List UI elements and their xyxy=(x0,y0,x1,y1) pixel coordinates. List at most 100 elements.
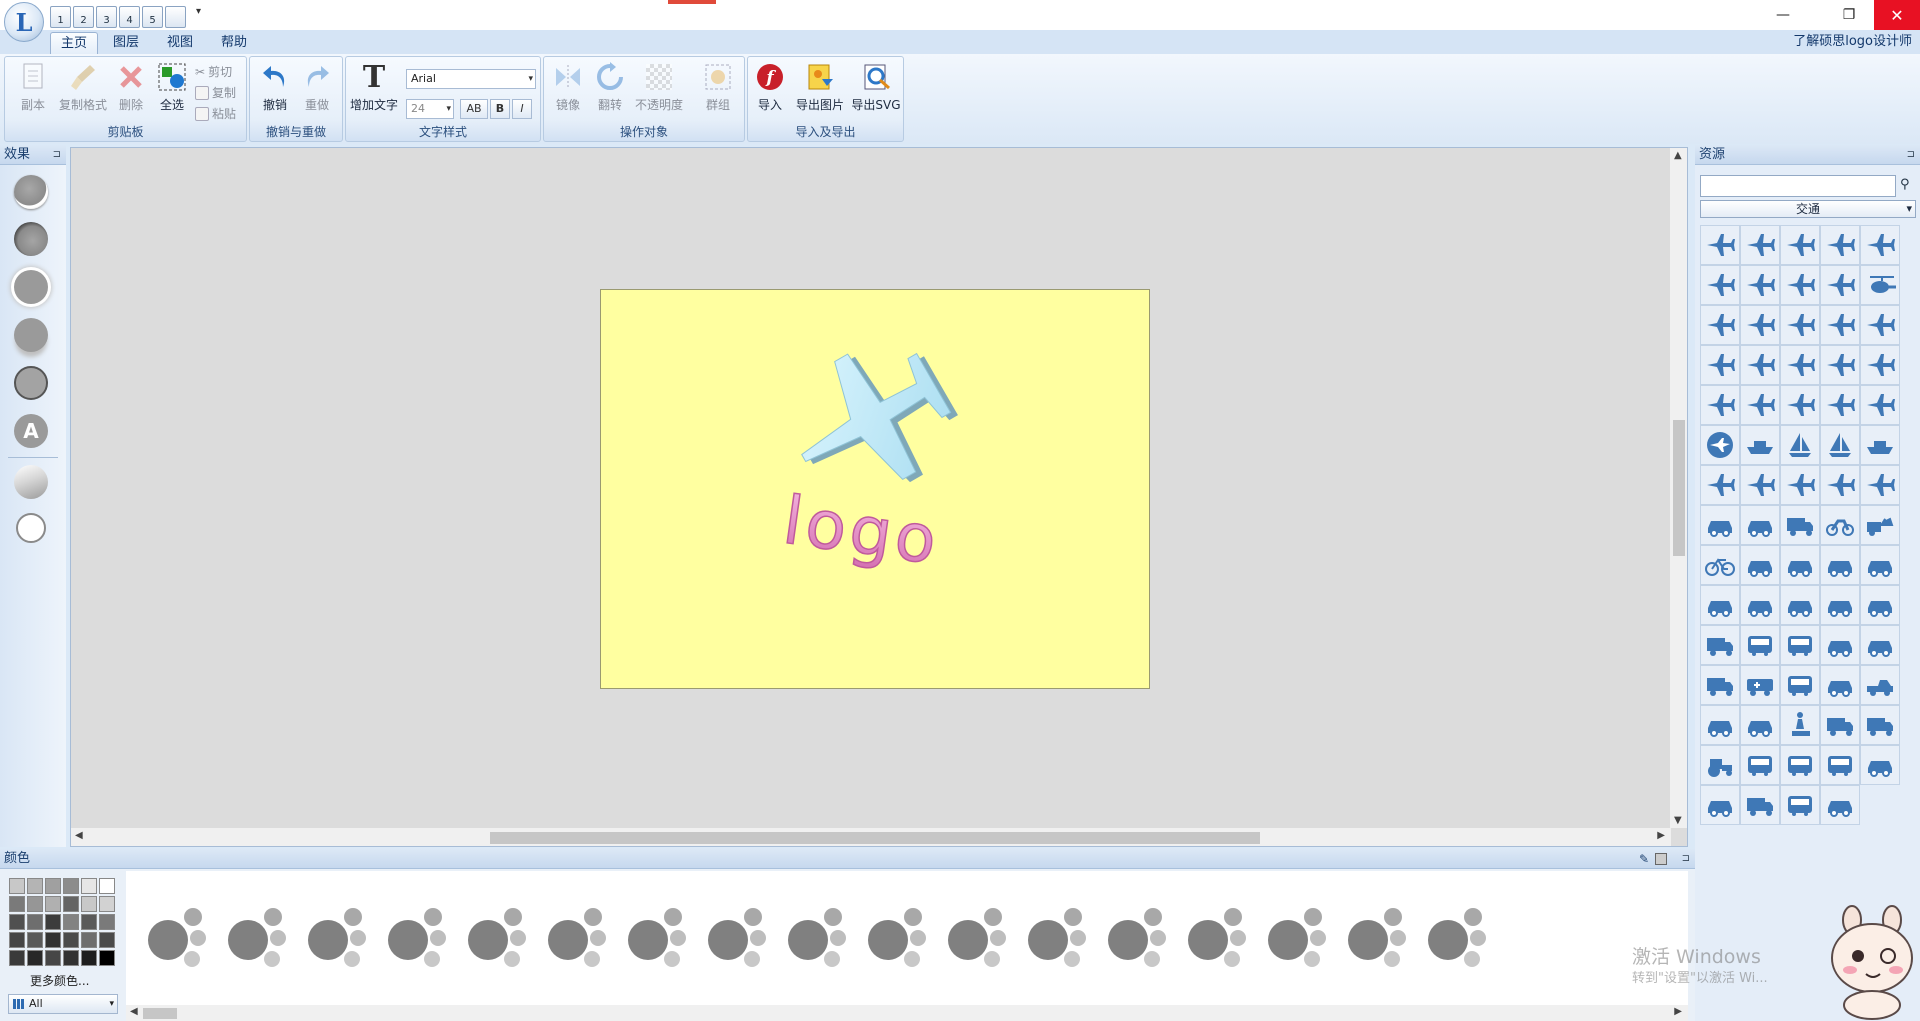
resource-cell[interactable] xyxy=(1859,544,1900,585)
color-swatch[interactable] xyxy=(99,878,115,894)
effect-bevel[interactable] xyxy=(14,175,48,209)
color-swatch[interactable] xyxy=(45,878,61,894)
resource-cell[interactable] xyxy=(1779,664,1820,705)
color-swatch[interactable] xyxy=(27,878,43,894)
vertical-scrollbar[interactable]: ▲ ▼ xyxy=(1670,148,1687,828)
canvas-area[interactable]: logo ▲ ▼ ◀ ▶ xyxy=(70,147,1688,847)
resource-cell[interactable] xyxy=(1779,344,1820,385)
resource-cell[interactable] xyxy=(1859,224,1900,265)
scroll-left-icon[interactable]: ◀ xyxy=(75,830,83,841)
resource-cell[interactable] xyxy=(1739,744,1780,785)
logo-artwork[interactable]: logo xyxy=(601,290,1151,690)
color-style-preset[interactable] xyxy=(148,907,218,971)
color-swatch[interactable] xyxy=(81,914,97,930)
resource-cell[interactable] xyxy=(1739,344,1780,385)
resource-cell[interactable] xyxy=(1859,384,1900,425)
scroll-left-icon[interactable]: ◀ xyxy=(130,1006,138,1017)
color-swatch[interactable] xyxy=(9,896,25,912)
select-all-button[interactable]: 全选 xyxy=(150,61,194,113)
redo-button[interactable]: 重做 xyxy=(295,61,339,113)
resource-cell[interactable] xyxy=(1779,504,1820,545)
color-style-preset[interactable] xyxy=(468,907,538,971)
resource-cell[interactable] xyxy=(1699,784,1740,825)
tab-home[interactable]: 主页 xyxy=(50,32,99,54)
delete-button[interactable]: 删除 xyxy=(109,61,153,113)
color-style-preset[interactable] xyxy=(788,907,858,971)
resource-cell[interactable] xyxy=(1859,264,1900,305)
color-swatch[interactable] xyxy=(27,896,43,912)
duplicate-button[interactable]: 副本 xyxy=(11,61,55,113)
color-swatch[interactable] xyxy=(99,914,115,930)
qat-button-6[interactable] xyxy=(165,6,186,28)
color-swatch[interactable] xyxy=(63,950,79,966)
bold-button[interactable]: B xyxy=(490,99,510,119)
color-swatch[interactable] xyxy=(45,950,61,966)
resource-cell[interactable] xyxy=(1819,584,1860,625)
resource-cell[interactable] xyxy=(1779,304,1820,345)
resource-cell[interactable] xyxy=(1779,784,1820,825)
resource-cell[interactable] xyxy=(1739,504,1780,545)
color-swatch[interactable] xyxy=(45,914,61,930)
opacity-button[interactable]: 不透明度 xyxy=(630,61,688,113)
resource-cell[interactable] xyxy=(1699,664,1740,705)
color-swatch[interactable] xyxy=(45,896,61,912)
resource-cell[interactable] xyxy=(1739,544,1780,585)
color-style-preset[interactable] xyxy=(1268,907,1338,971)
resource-cell[interactable] xyxy=(1779,384,1820,425)
effect-glow[interactable] xyxy=(14,270,48,304)
qat-button-5[interactable]: 5 xyxy=(142,6,163,28)
effect-text[interactable]: A xyxy=(14,414,48,448)
mirror-button[interactable]: 镜像 xyxy=(546,61,590,113)
color-style-preset[interactable] xyxy=(628,907,698,971)
qat-button-3[interactable]: 3 xyxy=(96,6,117,28)
resource-cell[interactable] xyxy=(1819,504,1860,545)
resource-cell[interactable] xyxy=(1779,584,1820,625)
resource-cell[interactable] xyxy=(1699,384,1740,425)
resource-cell[interactable] xyxy=(1699,504,1740,545)
resource-cell[interactable] xyxy=(1779,464,1820,505)
color-swatch[interactable] xyxy=(63,896,79,912)
color-swatch[interactable] xyxy=(9,932,25,948)
paste-button[interactable]: 粘贴 xyxy=(195,105,236,122)
more-colors-link[interactable]: 更多颜色... xyxy=(30,972,89,989)
qat-customize-icon[interactable]: ▾ xyxy=(196,6,201,17)
resource-cell[interactable] xyxy=(1779,704,1820,745)
resource-cell[interactable] xyxy=(1779,544,1820,585)
scroll-up-icon[interactable]: ▲ xyxy=(1674,150,1682,161)
scroll-right-icon[interactable]: ▶ xyxy=(1674,1006,1682,1017)
resource-cell[interactable] xyxy=(1779,744,1820,785)
resource-cell[interactable] xyxy=(1699,704,1740,745)
resource-cell[interactable] xyxy=(1699,744,1740,785)
color-swatch[interactable] xyxy=(27,932,43,948)
color-swatch[interactable] xyxy=(9,914,25,930)
color-style-preset[interactable] xyxy=(388,907,458,971)
color-swatch[interactable] xyxy=(99,950,115,966)
italic-button[interactable]: I xyxy=(512,99,532,119)
resource-cell[interactable] xyxy=(1739,624,1780,665)
resource-cell[interactable] xyxy=(1699,544,1740,585)
resource-cell[interactable] xyxy=(1859,624,1900,665)
color-style-preset[interactable] xyxy=(1188,907,1258,971)
color-style-preset[interactable] xyxy=(548,907,618,971)
add-text-button[interactable]: T 增加文字 xyxy=(348,60,400,113)
export-image-button[interactable]: 导出图片 xyxy=(792,61,848,113)
export-svg-button[interactable]: 导出SVG xyxy=(850,61,902,113)
cut-button[interactable]: ✂ 剪切 xyxy=(195,63,232,80)
resource-cell[interactable] xyxy=(1819,784,1860,825)
resource-cell[interactable] xyxy=(1859,744,1900,785)
resource-cell[interactable] xyxy=(1819,744,1860,785)
restore-button[interactable]: ❐ xyxy=(1826,0,1872,30)
flip-button[interactable]: 翻转 xyxy=(588,61,632,113)
color-swatch[interactable] xyxy=(9,950,25,966)
minimize-button[interactable]: — xyxy=(1760,0,1806,30)
resource-search-input[interactable] xyxy=(1700,175,1896,197)
search-icon[interactable]: ⚲ xyxy=(1900,177,1910,192)
effect-outline[interactable] xyxy=(14,366,48,400)
font-size-select[interactable]: 24 ▾ xyxy=(406,99,454,119)
style-strip-scroll-thumb[interactable] xyxy=(143,1008,177,1019)
resource-cell[interactable] xyxy=(1739,784,1780,825)
color-style-preset[interactable] xyxy=(308,907,378,971)
color-swatch[interactable] xyxy=(81,932,97,948)
tab-layer[interactable]: 图层 xyxy=(103,32,149,54)
resource-cell[interactable] xyxy=(1739,424,1780,465)
